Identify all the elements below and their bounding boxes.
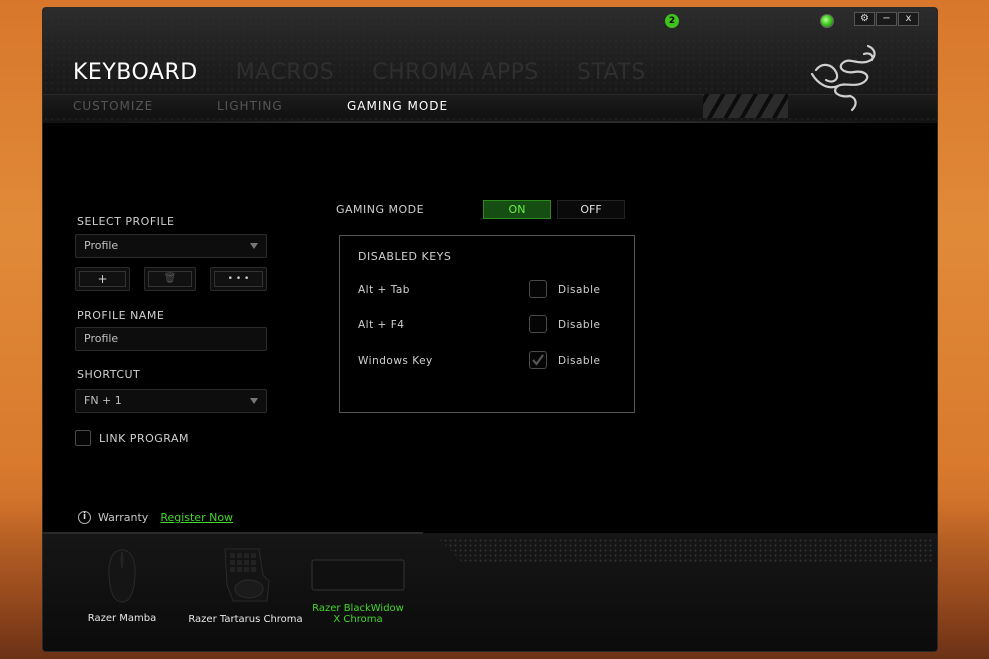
device-name: Razer BlackWidow X Chroma xyxy=(312,603,404,625)
more-options-button[interactable]: • • • xyxy=(210,267,267,291)
device-name: Razer Tartarus Chroma xyxy=(188,614,303,625)
select-profile-label: SELECT PROFILE xyxy=(77,215,175,228)
key-name-alt-f4: Alt + F4 xyxy=(358,319,405,331)
link-program-label: LINK PROGRAM xyxy=(99,432,189,445)
status-icon[interactable] xyxy=(820,14,834,28)
disable-alt-f4-checkbox[interactable] xyxy=(529,315,547,333)
shortcut-dropdown-value: FN + 1 xyxy=(84,394,122,407)
profile-dropdown[interactable]: Profile xyxy=(75,234,267,258)
shortcut-label: SHORTCUT xyxy=(77,368,141,381)
disabled-keys-panel: DISABLED KEYS Alt + Tab Disable Alt + F4… xyxy=(339,235,635,413)
device-bar-texture xyxy=(438,538,933,563)
subtab-lighting[interactable]: LIGHTING xyxy=(217,99,347,113)
warranty-label: Warranty xyxy=(98,511,149,524)
keypad-icon xyxy=(223,548,270,602)
subtab-gaming-mode[interactable]: GAMING MODE xyxy=(347,99,448,113)
profile-name-input[interactable]: Profile xyxy=(75,327,267,351)
window-controls: ⚙ − x xyxy=(854,12,919,26)
razer-logo-icon xyxy=(810,44,876,112)
disable-alt-tab-checkbox[interactable] xyxy=(529,280,547,298)
shortcut-dropdown[interactable]: FN + 1 xyxy=(75,389,267,413)
ellipsis-icon: • • • xyxy=(214,271,263,287)
register-now-link[interactable]: Register Now xyxy=(160,511,233,524)
chevron-down-icon xyxy=(250,398,258,404)
tab-chroma-apps[interactable]: CHROMA APPS xyxy=(372,60,539,85)
keyboard-icon xyxy=(311,559,405,591)
decorative-stripes xyxy=(703,94,788,118)
add-profile-button[interactable]: + xyxy=(75,267,130,291)
warranty-row: i Warranty Register Now xyxy=(78,511,233,524)
checkmark-icon xyxy=(532,354,544,366)
device-razer-tartarus-chroma[interactable]: Razer Tartarus Chroma xyxy=(188,545,303,625)
sub-tabs: CUSTOMIZE LIGHTING GAMING MODE xyxy=(73,99,448,113)
gaming-mode-label: GAMING MODE xyxy=(336,203,425,216)
settings-button[interactable]: ⚙ xyxy=(854,12,875,26)
trash-icon: 🗑 xyxy=(148,271,192,287)
minimize-button[interactable]: − xyxy=(876,12,897,26)
device-razer-mamba[interactable]: Razer Mamba xyxy=(77,548,167,624)
device-razer-blackwidow-x-chroma[interactable]: Razer BlackWidow X Chroma xyxy=(308,558,408,625)
disable-alt-tab-label: Disable xyxy=(558,284,601,296)
disable-alt-f4-label: Disable xyxy=(558,319,601,331)
profile-name-label: PROFILE NAME xyxy=(77,309,165,322)
gaming-mode-off-button[interactable]: OFF xyxy=(557,200,625,219)
key-name-windows-key: Windows Key xyxy=(358,355,433,367)
profile-dropdown-value: Profile xyxy=(84,239,119,252)
key-name-alt-tab: Alt + Tab xyxy=(358,284,410,296)
tab-macros[interactable]: MACROS xyxy=(236,60,335,85)
synapse-window: 2 ⚙ − x KEYBOARD MACROS CHROMA APPS STAT… xyxy=(42,7,938,652)
notification-badge[interactable]: 2 xyxy=(665,14,679,28)
gaming-mode-on-button[interactable]: ON xyxy=(483,200,551,219)
plus-icon: + xyxy=(79,271,126,287)
tab-stats[interactable]: STATS xyxy=(577,60,646,85)
link-program-checkbox[interactable] xyxy=(75,430,91,446)
mouse-icon xyxy=(108,549,136,603)
delete-profile-button[interactable]: 🗑 xyxy=(144,267,196,291)
tab-keyboard[interactable]: KEYBOARD xyxy=(73,60,198,85)
device-name: Razer Mamba xyxy=(87,613,157,624)
disabled-keys-title: DISABLED KEYS xyxy=(358,250,452,263)
chevron-down-icon xyxy=(250,243,258,249)
main-tabs: KEYBOARD MACROS CHROMA APPS STATS xyxy=(73,60,684,85)
subtab-customize[interactable]: CUSTOMIZE xyxy=(73,99,217,113)
info-icon: i xyxy=(78,511,91,524)
disable-windows-key-label: Disable xyxy=(558,355,601,367)
close-button[interactable]: x xyxy=(898,12,919,26)
disable-windows-key-checkbox[interactable] xyxy=(529,351,547,369)
